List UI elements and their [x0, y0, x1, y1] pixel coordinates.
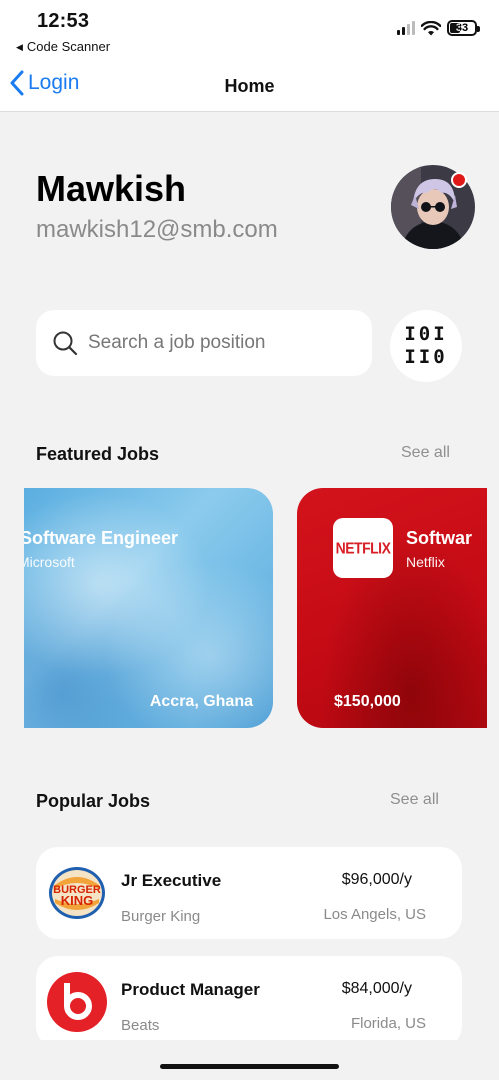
- job-company: Beats: [121, 1017, 160, 1034]
- featured-see-all-link[interactable]: See all: [401, 444, 450, 462]
- burger-king-logo: BURGER KING: [47, 863, 107, 923]
- featured-job-card-netflix[interactable]: NETFLIX Softwar Netflix $150,000: [297, 488, 487, 728]
- card-job-title: Softwar: [406, 528, 473, 548]
- card-location: Accra, Ghana: [149, 693, 253, 710]
- job-salary: $84,000/y: [341, 980, 412, 997]
- status-time: 12:53: [37, 10, 90, 32]
- status-bar: 12:53 ◀ Code Scanner 33: [0, 0, 499, 60]
- back-app-label: Code Scanner: [26, 39, 111, 54]
- popular-job-row[interactable]: BURGER KING Jr Executive Burger King $96…: [36, 847, 462, 939]
- netflix-logo: NETFLIX: [333, 518, 393, 578]
- featured-job-card-microsoft[interactable]: Software Engineer Microsoft Accra, Ghana: [24, 488, 273, 728]
- battery-icon: 33: [447, 20, 480, 36]
- scan-glyph-bottom: II0: [404, 346, 448, 368]
- featured-jobs-heading: Featured Jobs: [36, 444, 160, 464]
- search-bar[interactable]: [36, 310, 372, 376]
- code-scanner-button[interactable]: I0I II0: [390, 310, 462, 382]
- notification-dot: [451, 172, 467, 188]
- search-input[interactable]: [88, 332, 338, 354]
- card-company: Netflix: [406, 554, 445, 570]
- job-location: Los Angels, US: [323, 906, 426, 923]
- wifi-icon: [421, 20, 441, 36]
- navigation-bar: Login Home: [0, 60, 499, 112]
- popular-see-all-link[interactable]: See all: [390, 791, 439, 809]
- card-company: Microsoft: [24, 554, 75, 570]
- popular-job-row[interactable]: Product Manager Beats $84,000/y Florida,…: [36, 956, 462, 1048]
- status-icons: 33: [397, 20, 480, 36]
- battery-percent: 33: [455, 22, 469, 34]
- user-email: mawkish12@smb.com: [36, 216, 278, 243]
- user-name: Mawkish: [36, 168, 187, 209]
- card-job-title: Software Engineer: [24, 528, 179, 548]
- popular-jobs-heading: Popular Jobs: [36, 791, 151, 811]
- job-salary: $96,000/y: [341, 871, 412, 888]
- svg-text:KING: KING: [61, 893, 94, 908]
- job-title: Jr Executive: [121, 871, 222, 890]
- netflix-logo-text: NETFLIX: [335, 538, 391, 558]
- job-company: Burger King: [121, 908, 201, 925]
- back-to-app-link[interactable]: ◀ Code Scanner: [16, 39, 110, 54]
- beats-logo: [47, 972, 107, 1032]
- search-icon: [53, 331, 78, 356]
- featured-jobs-carousel[interactable]: Software Engineer Microsoft Accra, Ghana…: [0, 488, 499, 730]
- job-title: Product Manager: [121, 980, 260, 999]
- job-location: Florida, US: [350, 1015, 426, 1032]
- cellular-signal-icon: [397, 21, 415, 35]
- card-salary: $150,000: [334, 693, 401, 710]
- back-triangle-icon: ◀: [16, 42, 23, 52]
- home-indicator[interactable]: [160, 1064, 339, 1069]
- page-title: Home: [224, 76, 275, 96]
- scan-glyph-top: I0I: [404, 323, 448, 345]
- bottom-safe-area: [0, 1040, 499, 1080]
